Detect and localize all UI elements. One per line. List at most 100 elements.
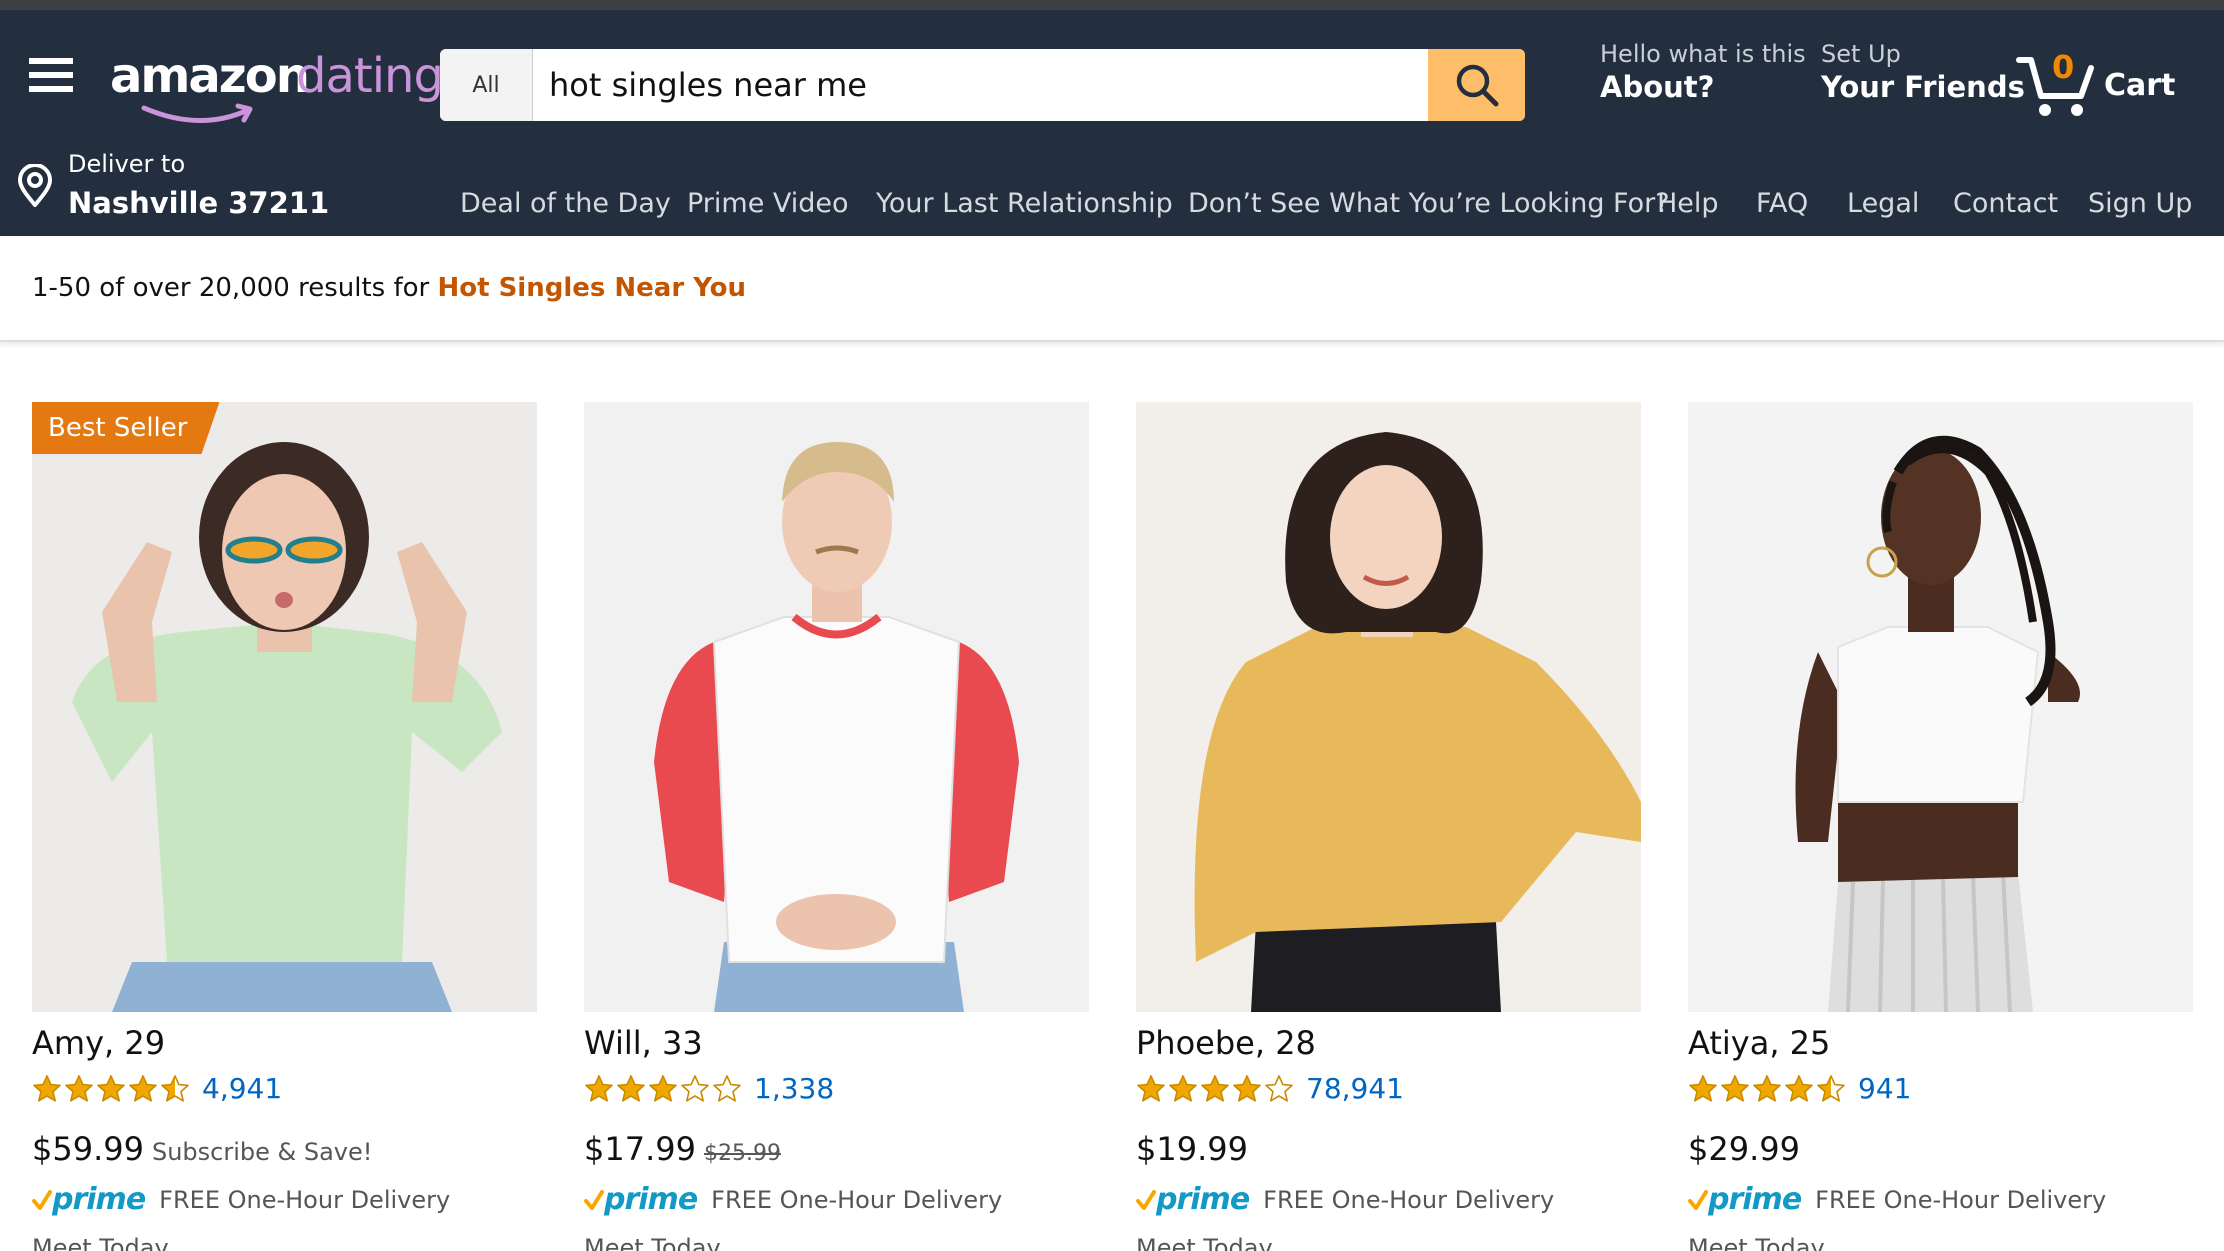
review-count-link[interactable]: 78,941 xyxy=(1306,1072,1404,1105)
meet-today-text: Meet Today xyxy=(32,1234,169,1251)
star-icon xyxy=(1233,1074,1261,1102)
meet-today-text: Meet Today xyxy=(1688,1234,1825,1251)
product-image[interactable] xyxy=(1136,402,1641,1012)
star-icon xyxy=(1689,1074,1717,1102)
nav-faq[interactable]: FAQ xyxy=(1756,188,1808,219)
star-icon xyxy=(1721,1074,1749,1102)
star-rating[interactable]: 78,941 xyxy=(1136,1072,1404,1105)
prime-text: prime xyxy=(604,1182,698,1217)
cart-count: 0 xyxy=(2052,48,2075,86)
star-icon xyxy=(1753,1074,1781,1102)
product-title[interactable]: Phoebe, 28 xyxy=(1136,1024,1316,1062)
product-title[interactable]: Amy, 29 xyxy=(32,1024,165,1062)
about-line2: About? xyxy=(1600,70,1715,104)
nav-deal-of-the-day[interactable]: Deal of the Day xyxy=(460,188,671,219)
results-count-text: 1-50 of over 20,000 results for xyxy=(32,273,438,303)
nav-your-last-relationship[interactable]: Your Last Relationship xyxy=(876,188,1173,219)
deliver-line1: Deliver to xyxy=(68,150,186,178)
price-row: $59.99 Subscribe & Save! xyxy=(32,1130,372,1168)
nav-legal[interactable]: Legal xyxy=(1847,188,1919,219)
cart-label: Cart xyxy=(2104,68,2176,103)
price-row: $17.99 $25.99 xyxy=(584,1130,781,1168)
star-icon xyxy=(1265,1074,1293,1102)
smile-arrow-icon xyxy=(141,103,253,123)
prime-check-icon xyxy=(584,1189,604,1210)
profile-photo-illustration xyxy=(1688,402,2193,1012)
prime-delivery-row: prime FREE One-Hour Delivery xyxy=(1688,1182,2106,1217)
search-bar: All xyxy=(440,49,1525,121)
meet-today-text: Meet Today xyxy=(584,1234,721,1251)
search-input[interactable] xyxy=(533,49,1428,121)
profile-photo-illustration xyxy=(32,402,537,1012)
product-card: Phoebe, 28 78,941 $19.99 prime FREE One-… xyxy=(1136,402,1641,1251)
nav-sign-up[interactable]: Sign Up xyxy=(2088,188,2192,219)
profile-photo-illustration xyxy=(584,402,1089,1012)
star-rating[interactable]: 4,941 xyxy=(32,1072,282,1105)
product-image[interactable] xyxy=(1688,402,2193,1012)
setup-friends-link[interactable]: Set Up Your Friends xyxy=(1821,40,2025,104)
star-icon xyxy=(1785,1074,1813,1102)
review-count-link[interactable]: 4,941 xyxy=(202,1072,282,1105)
results-summary: 1-50 of over 20,000 results for Hot Sing… xyxy=(32,273,746,303)
star-icon xyxy=(33,1074,61,1102)
price-row: $19.99 xyxy=(1136,1130,1248,1168)
review-count-link[interactable]: 941 xyxy=(1858,1072,1911,1105)
star-icon xyxy=(65,1074,93,1102)
search-category-dropdown[interactable]: All xyxy=(440,49,533,121)
product-card: Will, 33 1,338 $17.99 $25.99 prime FREE … xyxy=(584,402,1089,1251)
nav-prime-video[interactable]: Prime Video xyxy=(687,188,849,219)
profile-photo-illustration xyxy=(1136,402,1641,1012)
star-icon xyxy=(1201,1074,1229,1102)
delivery-text: FREE One-Hour Delivery xyxy=(1263,1185,1555,1214)
delivery-text: FREE One-Hour Delivery xyxy=(1815,1185,2107,1214)
star-icon xyxy=(1137,1074,1165,1102)
site-header: amazon dating All Hello what is this Abo… xyxy=(0,10,2224,236)
nav-help[interactable]: Help xyxy=(1657,188,1719,219)
deliver-line2: Nashville 37211 xyxy=(68,186,330,220)
prime-check-icon xyxy=(1688,1189,1708,1210)
delivery-text: FREE One-Hour Delivery xyxy=(159,1185,451,1214)
search-button[interactable] xyxy=(1428,49,1525,121)
price: $29.99 xyxy=(1688,1130,1800,1168)
window-top-strip xyxy=(0,0,2224,10)
original-price: $25.99 xyxy=(703,1141,781,1166)
logo-amazon-text: amazon xyxy=(110,48,310,104)
prime-text: prime xyxy=(1708,1182,1802,1217)
prime-text: prime xyxy=(52,1182,146,1217)
hamburger-menu-icon[interactable] xyxy=(29,58,73,92)
friends-line2: Your Friends xyxy=(1821,70,2025,104)
meet-today-text: Meet Today xyxy=(1136,1234,1273,1251)
price: $17.99 xyxy=(584,1130,696,1168)
star-icon xyxy=(649,1074,677,1102)
star-icon xyxy=(585,1074,613,1102)
product-image[interactable] xyxy=(584,402,1089,1012)
prime-text: prime xyxy=(1156,1182,1250,1217)
results-query: Hot Singles Near You xyxy=(437,273,747,303)
prime-delivery-row: prime FREE One-Hour Delivery xyxy=(584,1182,1002,1217)
prime-check-icon xyxy=(32,1189,52,1210)
product-title[interactable]: Atiya, 25 xyxy=(1688,1024,1830,1062)
nav-dont-see-what-looking[interactable]: Don’t See What You’re Looking For? xyxy=(1188,188,1670,219)
about-line1: Hello what is this xyxy=(1600,40,1806,68)
star-icon xyxy=(161,1074,189,1102)
star-icon xyxy=(617,1074,645,1102)
nav-contact[interactable]: Contact xyxy=(1953,188,2058,219)
star-icon xyxy=(1817,1074,1845,1102)
product-card: Best Seller Amy, 29 4,941 $59.99 Subscri… xyxy=(32,402,537,1251)
prime-logo: prime xyxy=(584,1182,698,1217)
review-count-link[interactable]: 1,338 xyxy=(754,1072,834,1105)
product-title[interactable]: Will, 33 xyxy=(584,1024,703,1062)
logo-dating-text: dating xyxy=(296,48,444,104)
prime-logo: prime xyxy=(1688,1182,1802,1217)
prime-delivery-row: prime FREE One-Hour Delivery xyxy=(1136,1182,1554,1217)
about-link[interactable]: Hello what is this About? xyxy=(1600,40,1806,104)
star-icon xyxy=(681,1074,709,1102)
star-rating[interactable]: 1,338 xyxy=(584,1072,834,1105)
star-rating[interactable]: 941 xyxy=(1688,1072,1911,1105)
location-pin-icon xyxy=(18,164,52,207)
product-image[interactable]: Best Seller xyxy=(32,402,537,1012)
star-icon xyxy=(1169,1074,1197,1102)
star-icon xyxy=(713,1074,741,1102)
search-category-label: All xyxy=(472,72,500,98)
delivery-text: FREE One-Hour Delivery xyxy=(711,1185,1003,1214)
